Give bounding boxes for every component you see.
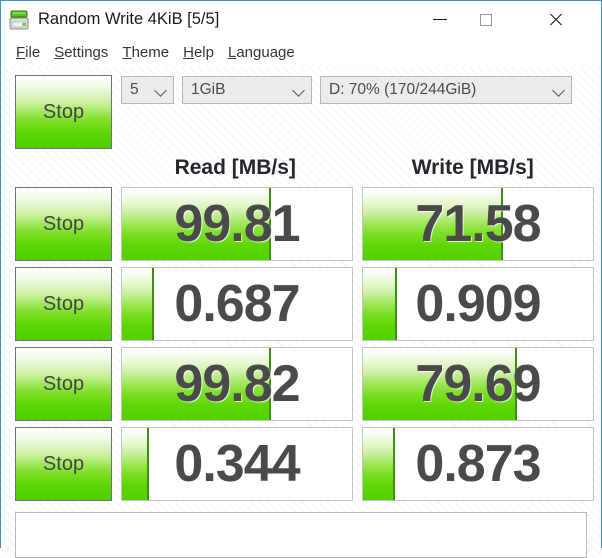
read-result-cell[interactable]: 99.81 <box>121 187 353 261</box>
read-result-value: 99.81 <box>174 195 300 253</box>
write-column-header: Write [MB/s] <box>411 156 534 179</box>
row-stop-button[interactable]: Stop <box>15 427 112 501</box>
write-result-cell[interactable]: 71.58 <box>362 187 594 261</box>
title-bar: Random Write 4KiB [5/5] <box>1 1 601 38</box>
row-stop-button[interactable]: Stop <box>15 347 112 421</box>
row-stop-label: Stop <box>42 372 85 395</box>
menu-item-settings[interactable]: Settings <box>47 44 115 61</box>
result-row: Stop 99.82 79.69 <box>15 347 594 427</box>
maximize-button[interactable] <box>463 1 509 38</box>
row-stop-label: Stop <box>42 292 85 315</box>
minimize-icon <box>433 19 447 20</box>
chevron-down-icon <box>293 84 306 97</box>
menu-accel-theme: T <box>122 44 132 61</box>
menu-item-theme[interactable]: Theme <box>115 44 176 61</box>
write-result-cell[interactable]: 0.909 <box>362 267 594 341</box>
test-count-value: 5 <box>130 81 139 98</box>
menu-item-file[interactable]: File <box>9 44 47 61</box>
read-column-header: Read [MB/s] <box>174 156 296 179</box>
row-stop-label: Stop <box>42 452 85 475</box>
write-result-cell[interactable]: 0.873 <box>362 427 594 501</box>
write-result-cell[interactable]: 79.69 <box>362 347 594 421</box>
write-result-value: 0.873 <box>415 435 541 493</box>
read-result-cell[interactable]: 99.82 <box>121 347 353 421</box>
read-result-value: 0.687 <box>174 275 300 333</box>
row-stop-button[interactable]: Stop <box>15 187 112 261</box>
test-count-select[interactable]: 5 <box>121 76 174 104</box>
window-title: Random Write 4KiB [5/5] <box>38 10 220 28</box>
menu-bar: File Settings Theme Help Language <box>1 38 601 67</box>
menu-label-language: anguage <box>236 44 295 61</box>
test-options-toolbar: 5 1GiB D: 70% (170/244GiB) <box>121 75 572 105</box>
menu-label-theme: heme <box>131 44 170 61</box>
read-result-cell[interactable]: 0.687 <box>121 267 353 341</box>
menu-label-help: elp <box>193 44 214 61</box>
target-drive-value: D: 70% (170/244GiB) <box>329 81 477 98</box>
row-stop-button[interactable]: Stop <box>15 267 112 341</box>
minimize-button[interactable] <box>417 1 463 38</box>
all-tests-stop-label: Stop <box>42 100 85 123</box>
maximize-icon <box>480 13 492 26</box>
result-row: Stop 99.81 71.58 <box>15 187 594 267</box>
menu-item-language[interactable]: Language <box>221 44 302 61</box>
write-result-value: 71.58 <box>415 195 541 253</box>
close-button[interactable] <box>533 1 579 38</box>
result-row: Stop 0.687 0.909 <box>15 267 594 347</box>
test-size-select[interactable]: 1GiB <box>182 76 312 104</box>
row-stop-label: Stop <box>42 212 85 235</box>
menu-item-help[interactable]: Help <box>176 44 221 61</box>
main-panel: Stop 5 1GiB D: 70% (170/244GiB) Read [MB <box>1 67 601 558</box>
read-result-value: 0.344 <box>174 435 300 493</box>
result-row: Stop 0.344 0.873 <box>15 427 594 507</box>
crystaldiskmark-window: Random Write 4KiB [5/5] File Settings Th… <box>0 0 602 558</box>
write-result-value: 0.909 <box>415 275 541 333</box>
menu-accel-file: F <box>16 44 26 61</box>
menu-accel-help: H <box>183 44 194 61</box>
column-headers: Read [MB/s] Write [MB/s] <box>121 149 587 187</box>
menu-accel-settings: S <box>54 44 65 61</box>
menu-label-settings: ettings <box>64 44 109 61</box>
read-result-value: 99.82 <box>174 355 300 413</box>
read-result-cell[interactable]: 0.344 <box>121 427 353 501</box>
target-drive-select[interactable]: D: 70% (170/244GiB) <box>320 76 572 104</box>
chevron-down-icon <box>155 84 168 97</box>
disk-drive-icon <box>8 9 30 31</box>
menu-label-file: ile <box>25 44 41 61</box>
test-size-value: 1GiB <box>191 81 226 98</box>
chevron-down-icon <box>553 84 566 97</box>
close-icon <box>548 12 564 28</box>
comment-input[interactable] <box>15 512 587 558</box>
write-result-value: 79.69 <box>415 355 541 413</box>
all-tests-stop-button[interactable]: Stop <box>15 75 112 149</box>
